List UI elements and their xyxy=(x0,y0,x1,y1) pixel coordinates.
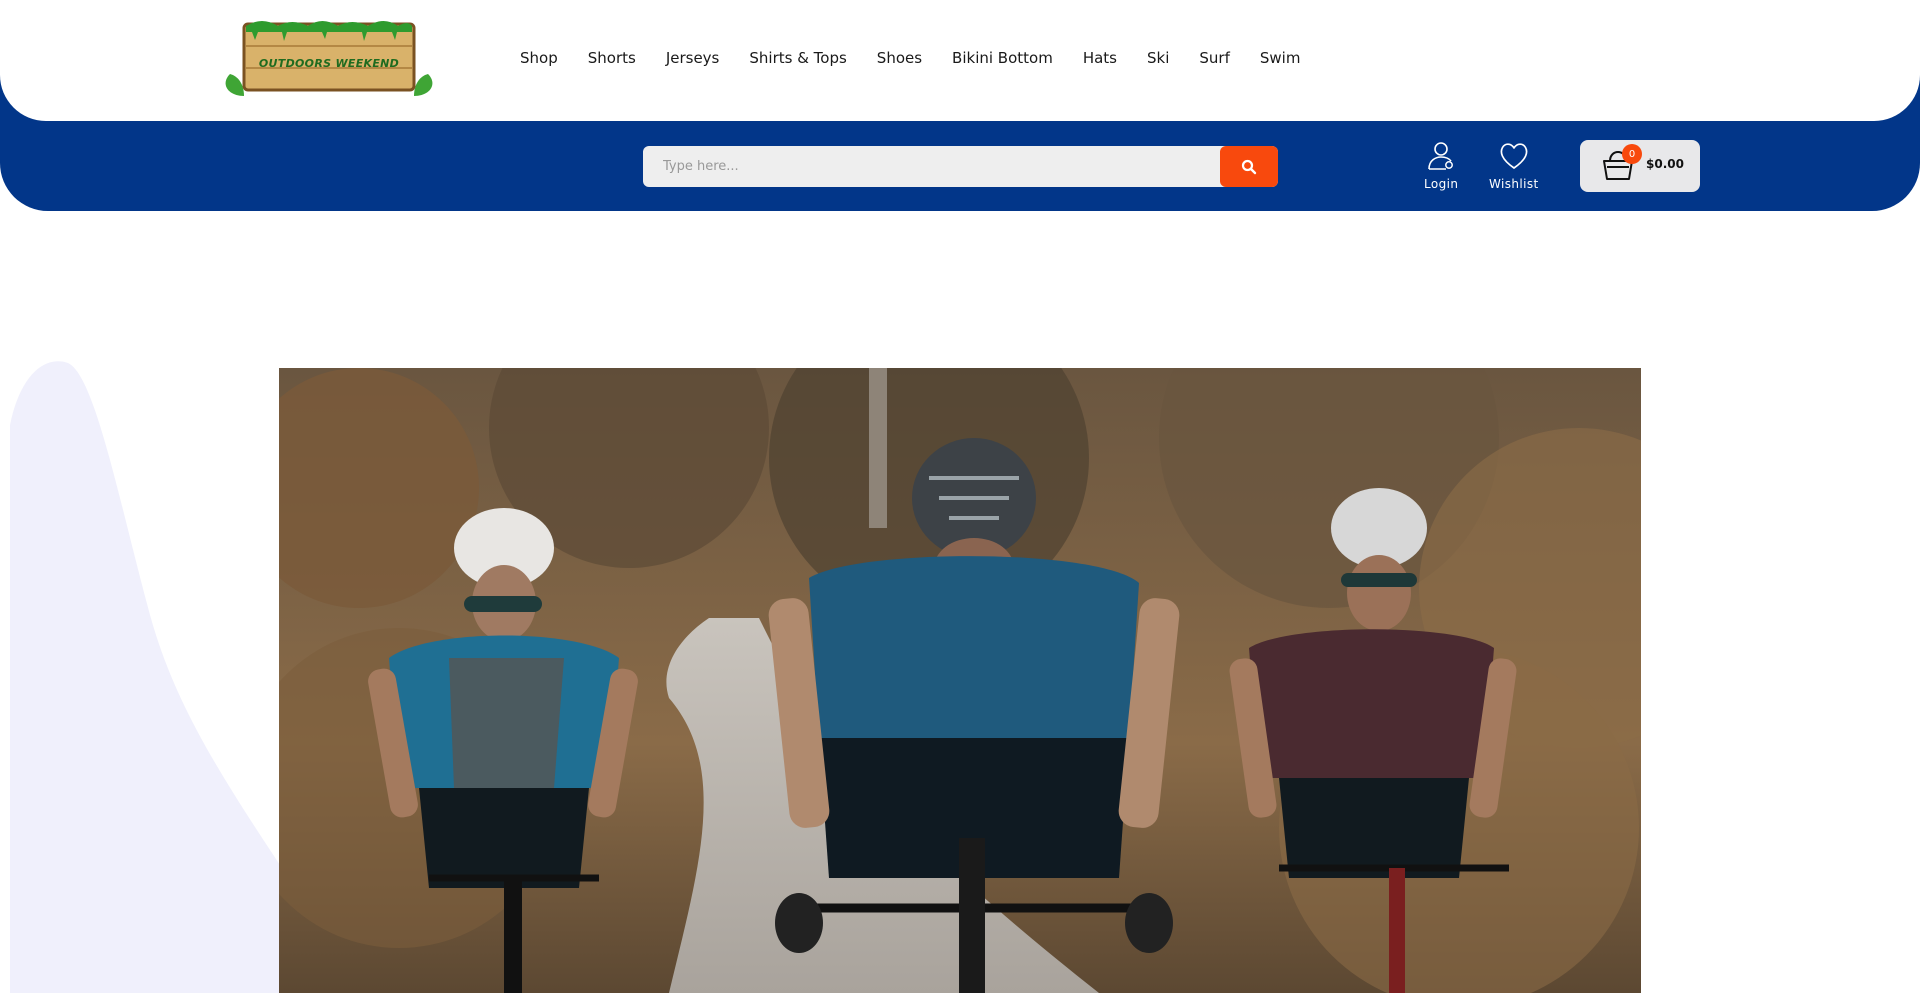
search-button[interactable] xyxy=(1220,146,1278,187)
menu-item-shorts[interactable]: Shorts xyxy=(588,48,636,68)
user-icon xyxy=(1428,142,1454,170)
login-button[interactable]: Login xyxy=(1424,139,1458,191)
login-label: Login xyxy=(1424,177,1459,191)
menu-item-hats[interactable]: Hats xyxy=(1083,48,1117,68)
menu-item-jerseys[interactable]: Jerseys xyxy=(666,48,720,68)
cyclists-photo xyxy=(279,368,1641,993)
wishlist-button[interactable]: Wishlist xyxy=(1489,139,1539,191)
menu-item-surf[interactable]: Surf xyxy=(1199,48,1229,68)
logo-text: OUTDOORS WEEKEND xyxy=(258,57,400,70)
search-icon xyxy=(1241,159,1257,174)
search-input[interactable] xyxy=(643,146,1220,187)
menu-item-bikini-bottom[interactable]: Bikini Bottom xyxy=(952,48,1053,68)
wishlist-label: Wishlist xyxy=(1489,177,1539,191)
site-logo[interactable]: OUTDOORS WEEKEND xyxy=(222,18,436,100)
menu-item-shoes[interactable]: Shoes xyxy=(877,48,922,68)
hero-image xyxy=(279,368,1641,993)
menu-item-shirts-tops[interactable]: Shirts & Tops xyxy=(749,48,846,68)
menu-item-shop[interactable]: Shop xyxy=(520,48,558,68)
cart-count-badge: 0 xyxy=(1622,144,1642,164)
cart-total: $0.00 xyxy=(1646,157,1684,171)
main-menu: Shop Shorts Jerseys Shirts & Tops Shoes … xyxy=(520,48,1330,68)
decorative-background-shape xyxy=(10,361,290,993)
cart-button[interactable]: 0 $0.00 xyxy=(1580,140,1700,192)
menu-item-ski[interactable]: Ski xyxy=(1147,48,1169,68)
heart-icon xyxy=(1500,143,1528,169)
menu-item-swim[interactable]: Swim xyxy=(1260,48,1301,68)
search-bar xyxy=(643,146,1278,187)
